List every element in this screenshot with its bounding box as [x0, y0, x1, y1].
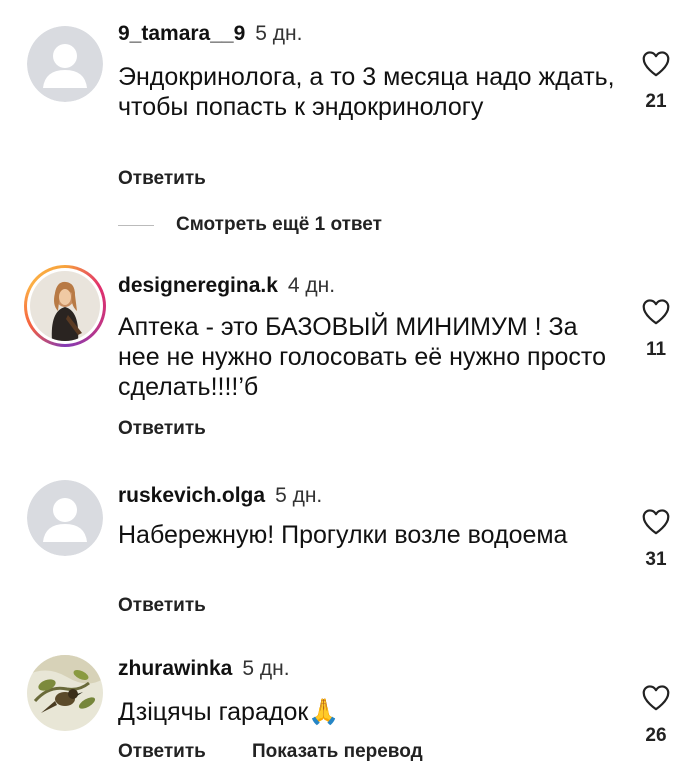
profile-photo	[30, 271, 100, 341]
person-silhouette-icon	[27, 480, 103, 556]
avatar[interactable]	[27, 655, 103, 731]
like-count: 26	[645, 725, 667, 746]
comment-meta: ruskevich.olga 5 дн.	[118, 484, 322, 508]
timestamp: 5 дн.	[242, 657, 290, 680]
username[interactable]: designeregina.k	[118, 274, 278, 297]
story-ring[interactable]	[24, 265, 106, 347]
like-count: 11	[645, 339, 667, 360]
username[interactable]: ruskevich.olga	[118, 484, 265, 507]
divider	[118, 224, 154, 226]
like-control: 31	[636, 508, 676, 571]
comment-meta: designeregina.k 4 дн.	[118, 274, 335, 298]
reply-button[interactable]: Ответить	[118, 741, 206, 763]
view-more-replies-label[interactable]: Смотреть ещё 1 ответ	[176, 214, 382, 235]
heart-outline-icon[interactable]	[641, 298, 671, 325]
like-control: 11	[636, 298, 676, 361]
comment-text: Аптека - это БАЗОВЫЙ МИНИМУМ ! За нее не…	[118, 313, 606, 401]
person-silhouette-icon	[27, 26, 103, 102]
heart-outline-icon[interactable]	[641, 508, 671, 535]
avatar[interactable]	[27, 26, 103, 102]
comment-meta: zhurawinka 5 дн.	[118, 657, 290, 681]
avatar	[30, 271, 100, 341]
comment-meta: 9_tamara__9 5 дн.	[118, 22, 302, 46]
comment-text: Эндокринолога, а то 3 месяца надо ждать,…	[118, 63, 615, 121]
like-control: 21	[636, 50, 676, 113]
username[interactable]: zhurawinka	[118, 657, 232, 680]
heart-outline-icon[interactable]	[641, 684, 671, 711]
timestamp: 5 дн.	[275, 484, 323, 507]
reply-button[interactable]: Ответить	[118, 595, 206, 617]
timestamp: 5 дн.	[255, 22, 303, 45]
username[interactable]: 9_tamara__9	[118, 22, 245, 45]
like-count: 21	[645, 91, 667, 112]
comment-text: Набережную! Прогулки возле водоема	[118, 521, 568, 549]
heart-outline-icon[interactable]	[641, 50, 671, 77]
like-count: 31	[645, 549, 667, 570]
comment-text: Дзіцячы гарадок🙏	[118, 698, 340, 726]
avatar[interactable]	[27, 480, 103, 556]
reply-button[interactable]: Ответить	[118, 168, 206, 190]
reply-button[interactable]: Ответить	[118, 418, 206, 440]
bird-photo	[27, 655, 103, 731]
show-translation-button[interactable]: Показать перевод	[252, 741, 423, 763]
view-more-replies[interactable]: Смотреть ещё 1 ответ	[118, 214, 382, 244]
timestamp: 4 дн.	[287, 274, 336, 297]
like-control: 26	[636, 684, 676, 747]
